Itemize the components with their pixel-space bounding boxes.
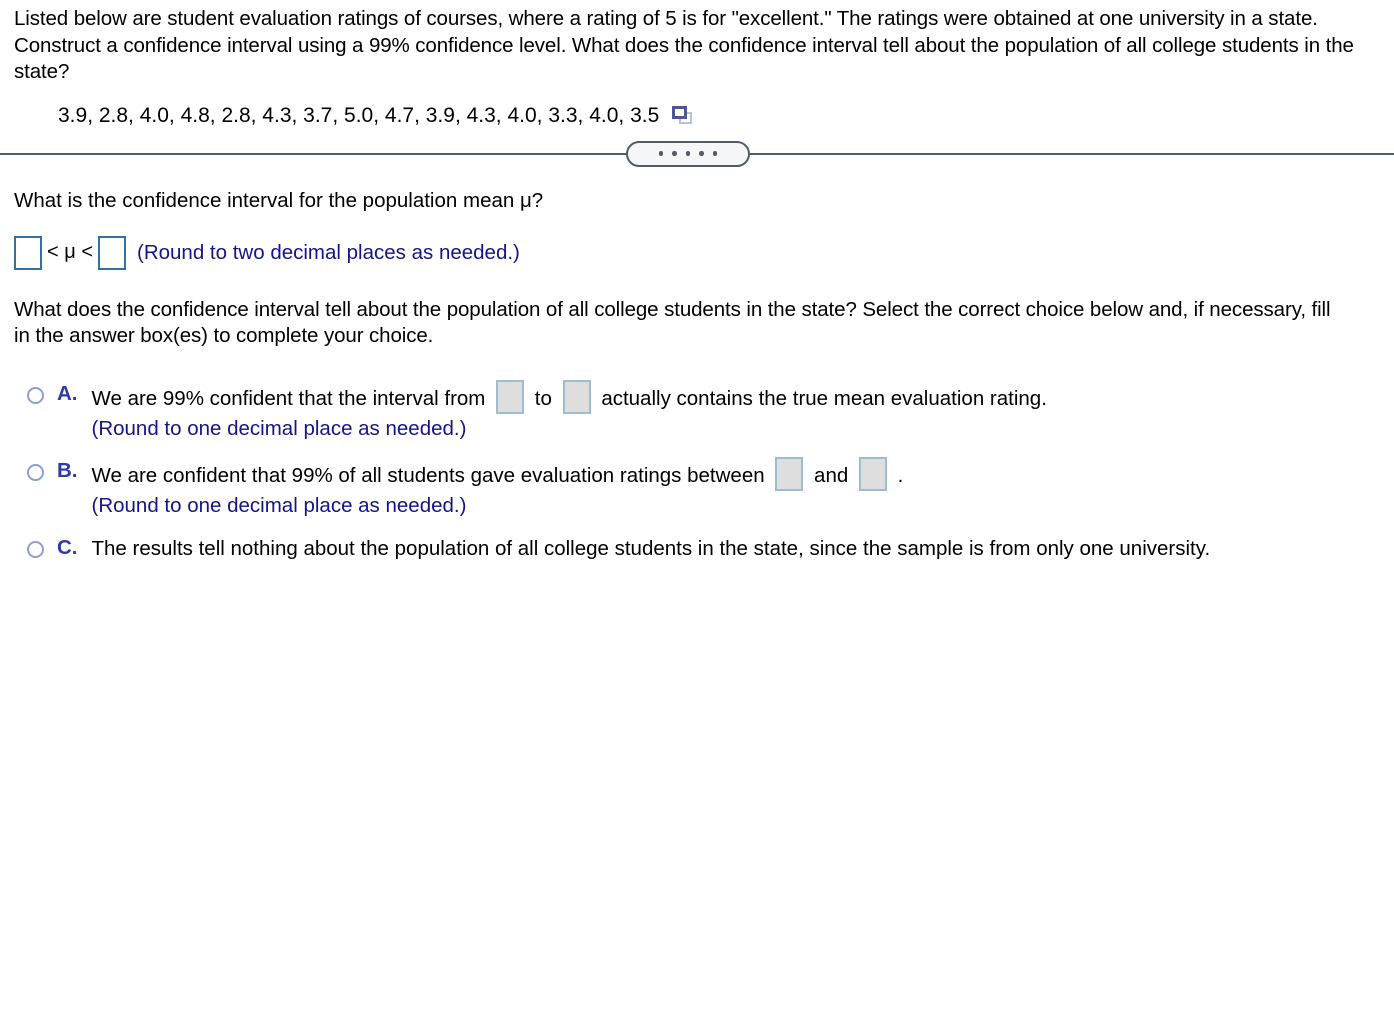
- rounding-note: (Round to two decimal places as needed.): [137, 240, 520, 264]
- dot: [699, 151, 704, 156]
- ellipsis-expand-icon[interactable]: [626, 140, 750, 167]
- inequality-symbol: < μ <: [47, 241, 93, 263]
- dot: [672, 151, 677, 156]
- dot: [685, 151, 691, 156]
- choice-b-box-2[interactable]: [858, 456, 887, 491]
- problem-page: Listed below are student evaluation rati…: [0, 0, 1394, 563]
- data-values-row: 3.9, 2.8, 4.0, 4.8, 2.8, 4.3, 3.7, 5.0, …: [14, 103, 1380, 129]
- radio-button-a[interactable]: [27, 386, 44, 404]
- choice-letter-c: C.: [57, 535, 78, 559]
- choice-c-text: The results tell nothing about the popul…: [91, 536, 1211, 560]
- choice-list: A. We are 99% confident that the interva…: [14, 379, 1380, 563]
- copy-icon-front-sheet: [672, 106, 688, 119]
- section-divider: [0, 139, 1394, 169]
- choice-b-box-1[interactable]: [775, 456, 804, 491]
- choice-body-a: We are 99% confident that the interval f…: [91, 379, 1047, 444]
- problem-statement: Listed below are student evaluation rati…: [14, 7, 1354, 83]
- choice-a-text-after: actually contains the true mean evaluati…: [601, 386, 1047, 410]
- dot: [712, 151, 718, 156]
- choice-a-box-1[interactable]: [496, 379, 525, 414]
- choice-a-box-2[interactable]: [562, 379, 591, 414]
- dot: [658, 151, 664, 156]
- choice-b-rounding-note: (Round to one decimal place as needed.): [91, 493, 467, 517]
- copy-icon[interactable]: [672, 106, 693, 125]
- choice-b-text-after: .: [897, 463, 904, 487]
- radio-button-b[interactable]: [27, 463, 44, 481]
- upper-bound-input[interactable]: [98, 235, 126, 270]
- question-interpretation: What does the confidence interval tell a…: [14, 297, 1331, 348]
- question-confidence-interval: What is the confidence interval for the …: [14, 188, 544, 212]
- radio-button-c[interactable]: [27, 540, 44, 558]
- choice-option-c[interactable]: C. The results tell nothing about the po…: [14, 534, 1380, 563]
- choice-a-rounding-note: (Round to one decimal place as needed.): [91, 416, 467, 440]
- choice-option-a[interactable]: A. We are 99% confident that the interva…: [14, 379, 1380, 444]
- choice-b-text-middle: and: [814, 463, 849, 487]
- choice-body-b: We are confident that 99% of all student…: [91, 456, 904, 521]
- choice-a-text-middle: to: [534, 386, 552, 410]
- confidence-interval-answer-row: < μ < (Round to two decimal places as ne…: [14, 235, 1380, 270]
- choice-option-b[interactable]: B. We are confident that 99% of all stud…: [14, 456, 1380, 521]
- data-values: 3.9, 2.8, 4.0, 4.8, 2.8, 4.3, 3.7, 5.0, …: [58, 103, 660, 127]
- choice-a-text-before: We are 99% confident that the interval f…: [91, 386, 486, 410]
- choice-b-text-before: We are confident that 99% of all student…: [91, 463, 765, 487]
- lower-bound-input[interactable]: [14, 235, 42, 270]
- choice-letter-a: A.: [57, 381, 78, 405]
- choice-letter-b: B.: [57, 458, 78, 482]
